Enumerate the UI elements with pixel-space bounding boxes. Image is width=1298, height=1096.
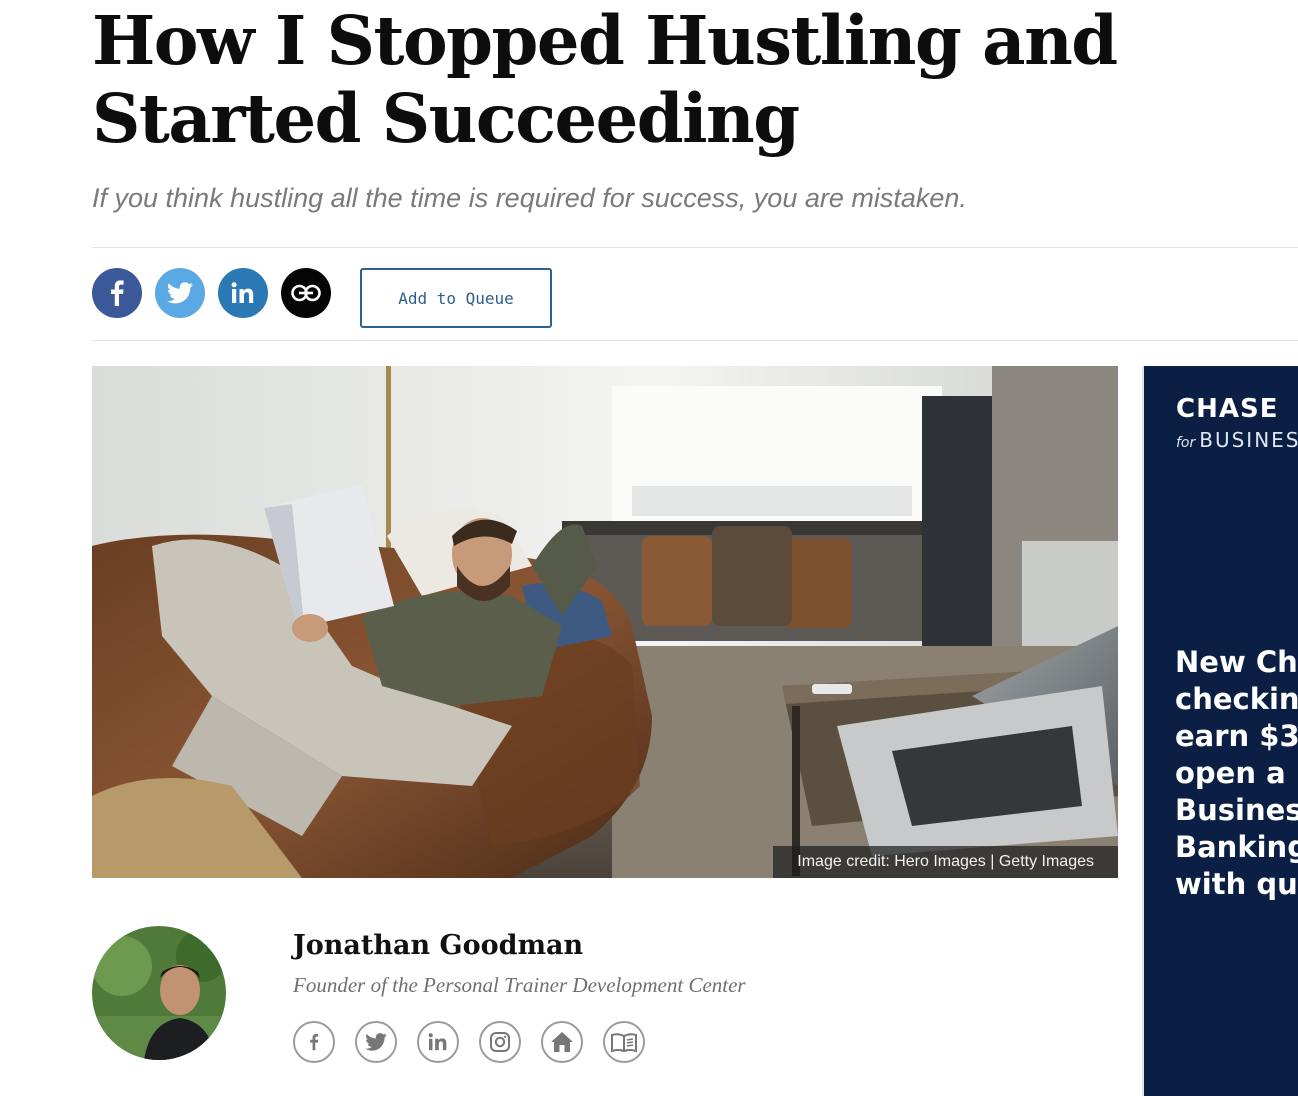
author-book-button[interactable] bbox=[603, 1021, 645, 1063]
ad-copy-line: New Chase bbox=[1175, 645, 1298, 679]
linkedin-icon bbox=[428, 1033, 447, 1051]
author-instagram-button[interactable] bbox=[479, 1021, 521, 1063]
copy-link-button[interactable] bbox=[281, 268, 331, 318]
article-headline: How I Stopped Hustling and Started Succe… bbox=[92, 1, 1118, 158]
author-title: Founder of the Personal Trainer Developm… bbox=[293, 973, 746, 997]
ad-copy-line: Business bbox=[1175, 793, 1298, 827]
author-photo bbox=[92, 926, 226, 1060]
ad-copy-line: with qua bbox=[1175, 867, 1298, 901]
article-subheadline: If you think hustling all the time is re… bbox=[92, 183, 967, 213]
twitter-icon bbox=[167, 282, 193, 304]
share-twitter-button[interactable] bbox=[155, 268, 205, 318]
hero-image: Image credit: Hero Images | Getty Images bbox=[92, 366, 1118, 878]
link-icon bbox=[291, 284, 321, 302]
share-linkedin-button[interactable] bbox=[218, 268, 268, 318]
instagram-icon bbox=[490, 1032, 510, 1052]
ad-copy-line: Banking bbox=[1175, 830, 1298, 864]
book-icon bbox=[611, 1033, 637, 1052]
author-avatar[interactable] bbox=[92, 926, 226, 1060]
ad-brand-logo: CHASE bbox=[1176, 394, 1279, 424]
add-to-queue-button[interactable]: Add to Queue bbox=[360, 268, 552, 328]
ad-copy-line: earn $300 bbox=[1175, 719, 1298, 753]
facebook-icon bbox=[310, 1033, 319, 1051]
ad-brand-subtitle: forBUSINESS bbox=[1176, 428, 1298, 452]
divider bbox=[92, 247, 1298, 248]
twitter-icon bbox=[365, 1033, 387, 1051]
author-twitter-button[interactable] bbox=[355, 1021, 397, 1063]
ad-copy: New Chase checking earn $300 open a new … bbox=[1175, 644, 1298, 903]
author-name[interactable]: Jonathan Goodman bbox=[293, 930, 583, 961]
share-facebook-button[interactable] bbox=[92, 268, 142, 318]
divider bbox=[92, 340, 1298, 341]
author-website-button[interactable] bbox=[541, 1021, 583, 1063]
author-facebook-button[interactable] bbox=[293, 1021, 335, 1063]
sidebar-advertisement[interactable]: CHASE forBUSINESS New Chase checking ear… bbox=[1142, 366, 1298, 1096]
ad-copy-line: open a new bbox=[1175, 756, 1298, 790]
facebook-icon bbox=[111, 280, 124, 306]
hero-photo bbox=[92, 366, 1118, 878]
share-bar bbox=[92, 268, 344, 318]
linkedin-icon bbox=[231, 282, 254, 303]
ad-copy-line: checking bbox=[1175, 682, 1298, 716]
image-credit: Image credit: Hero Images | Getty Images bbox=[773, 846, 1118, 878]
author-linkedin-button[interactable] bbox=[417, 1021, 459, 1063]
author-social-links bbox=[293, 1021, 665, 1063]
home-icon bbox=[551, 1032, 573, 1052]
